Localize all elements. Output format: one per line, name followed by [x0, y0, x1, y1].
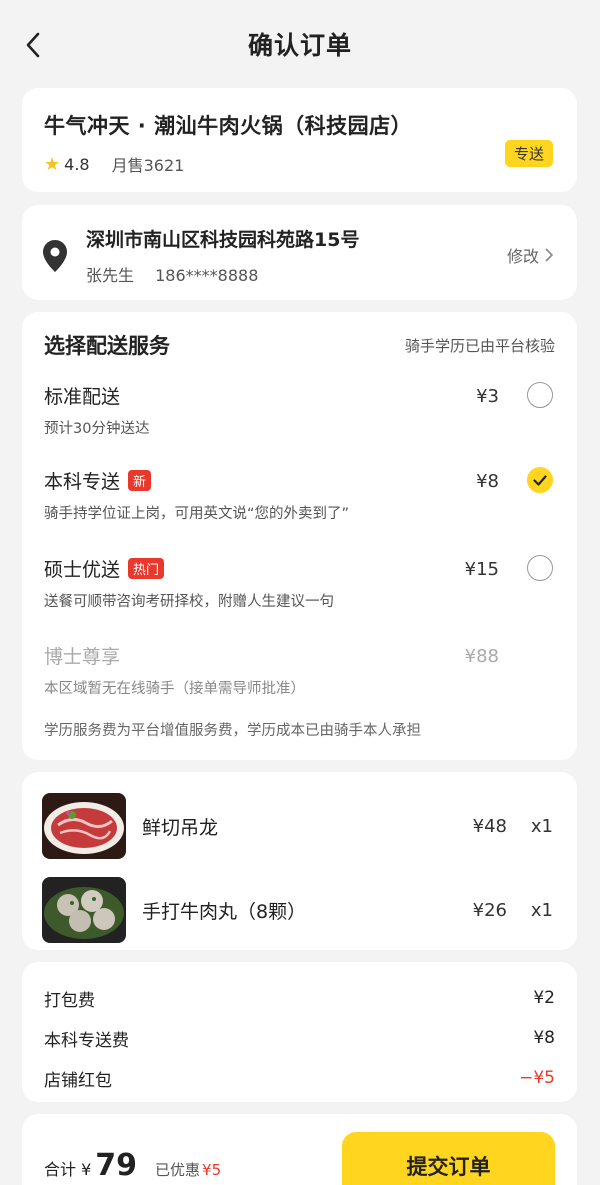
edit-address-button[interactable]: 修改 — [507, 243, 553, 267]
item-quantity: x1 — [530, 815, 553, 837]
radio-checked[interactable] — [527, 467, 553, 493]
saved-value: ¥5 — [202, 1161, 222, 1179]
order-total: 合计 ¥ 79 已优惠 ¥5 — [44, 1148, 221, 1183]
delivery-header: 选择配送服务 骑手学历已由平台核验 — [44, 330, 555, 360]
chevron-right-icon — [545, 248, 553, 262]
page-title: 确认订单 — [247, 31, 352, 60]
fee-row-delivery: 本科专送费 ¥8 — [44, 1018, 555, 1058]
address-line: 深圳市南山区科技园科苑路15号 — [86, 229, 360, 251]
item-name: 手打牛肉丸（8颗） — [142, 900, 307, 923]
option-desc: 本区域暂无在线骑手（接单需导师批准） — [44, 681, 305, 697]
new-tag-badge: 新 — [128, 470, 152, 491]
delivery-option-standard[interactable]: 标准配送 预计30分钟送达 ¥3 — [44, 382, 555, 438]
delivery-service-card: 选择配送服务 骑手学历已由平台核验 标准配送 预计30分钟送达 ¥3 本科专送 … — [22, 312, 577, 760]
hot-tag-badge: 热门 — [128, 558, 165, 579]
order-items-card: 鲜切吊龙 ¥48 x1 手打牛肉丸（8颗） ¥26 x1 — [22, 772, 577, 950]
submit-order-button[interactable]: 提交订单 — [342, 1132, 555, 1185]
store-name: 牛气冲天 · 潮汕牛肉火锅（科技园店） — [44, 114, 413, 138]
option-price: ¥8 — [476, 471, 499, 492]
delivery-mode-badge: 专送 — [504, 140, 553, 167]
item-name: 鲜切吊龙 — [142, 816, 219, 839]
item-quantity: x1 — [530, 899, 553, 921]
saved-label: 已优惠 — [155, 1161, 201, 1179]
radio-unchecked[interactable] — [527, 382, 553, 408]
option-name-text: 标准配送 — [44, 386, 121, 408]
radio-unchecked[interactable] — [527, 555, 553, 581]
option-price: ¥3 — [476, 386, 499, 407]
option-desc: 骑手持学位证上岗，可用英文说“您的外卖到了” — [44, 506, 350, 522]
contact-phone: 186****8888 — [155, 266, 259, 285]
option-desc: 预计30分钟送达 — [44, 421, 150, 437]
fee-label: 本科专送费 — [44, 1030, 129, 1051]
beef-dish-image — [42, 793, 126, 859]
checkmark-icon — [533, 474, 547, 486]
delivery-title: 选择配送服务 — [44, 334, 170, 358]
option-price: ¥88 — [464, 646, 499, 667]
delivery-verification-note: 骑手学历已由平台核验 — [404, 336, 555, 355]
meatball-dish-image — [42, 877, 126, 943]
contact-name: 张先生 — [86, 266, 135, 285]
edit-address-label: 修改 — [506, 247, 539, 266]
store-rating: 4.8 — [64, 154, 90, 174]
option-price: ¥15 — [464, 559, 499, 580]
total-value: 79 — [95, 1148, 138, 1183]
option-desc: 送餐可顺带咨询考研择校，附赠人生建议一句 — [44, 594, 334, 610]
fees-card: 打包费 ¥2 本科专送费 ¥8 店铺红包 −¥5 — [22, 962, 577, 1102]
star-icon: ★ — [44, 153, 61, 175]
list-item: 鲜切吊龙 ¥48 x1 — [42, 784, 557, 868]
option-name-text: 硕士优送 — [44, 559, 121, 581]
item-price: ¥26 — [472, 899, 507, 921]
list-item: 手打牛肉丸（8颗） ¥26 x1 — [42, 868, 557, 952]
back-button[interactable] — [18, 28, 48, 62]
fee-row-coupon[interactable]: 店铺红包 −¥5 — [44, 1058, 555, 1098]
discount-summary: 已优惠 ¥5 — [155, 1159, 221, 1180]
chevron-left-icon — [26, 32, 40, 58]
delivery-option-phd: 博士尊享 本区域暂无在线骑手（接单需导师批准） ¥88 — [44, 642, 555, 698]
total-label: 合计 ¥ — [44, 1160, 92, 1179]
fee-value: ¥2 — [533, 988, 555, 1008]
fee-label: 打包费 — [44, 990, 95, 1011]
fee-label: 店铺红包 — [44, 1070, 112, 1091]
option-name-text: 博士尊享 — [44, 646, 121, 668]
fee-row-packing: 打包费 ¥2 — [44, 978, 555, 1018]
store-card[interactable]: 牛气冲天 · 潮汕牛肉火锅（科技园店） ★ 4.8 月售3621 专送 — [22, 88, 577, 192]
option-name-text: 本科专送 — [44, 471, 121, 493]
delivery-fee-footnote: 学历服务费为平台增值服务费，学历成本已由骑手本人承担 — [44, 723, 421, 739]
checkout-bar: 合计 ¥ 79 已优惠 ¥5 提交订单 — [22, 1114, 577, 1185]
fee-value: −¥5 — [519, 1068, 555, 1088]
delivery-option-master[interactable]: 硕士优送 热门 送餐可顺带咨询考研择校，附赠人生建议一句 ¥15 — [44, 555, 555, 611]
address-card[interactable]: 深圳市南山区科技园科苑路15号 张先生 186****8888 修改 — [22, 205, 577, 300]
fee-value: ¥8 — [533, 1028, 555, 1048]
delivery-option-bachelor[interactable]: 本科专送 新 骑手持学位证上岗，可用英文说“您的外卖到了” ¥8 — [44, 467, 555, 523]
page-header: 确认订单 — [0, 0, 600, 88]
location-pin-icon — [43, 240, 67, 272]
item-price: ¥48 — [472, 815, 507, 837]
store-meta: ★ 4.8 月售3621 — [44, 152, 555, 176]
address-contact: 张先生 186****8888 — [86, 262, 555, 286]
store-sales: 月售3621 — [111, 156, 185, 175]
